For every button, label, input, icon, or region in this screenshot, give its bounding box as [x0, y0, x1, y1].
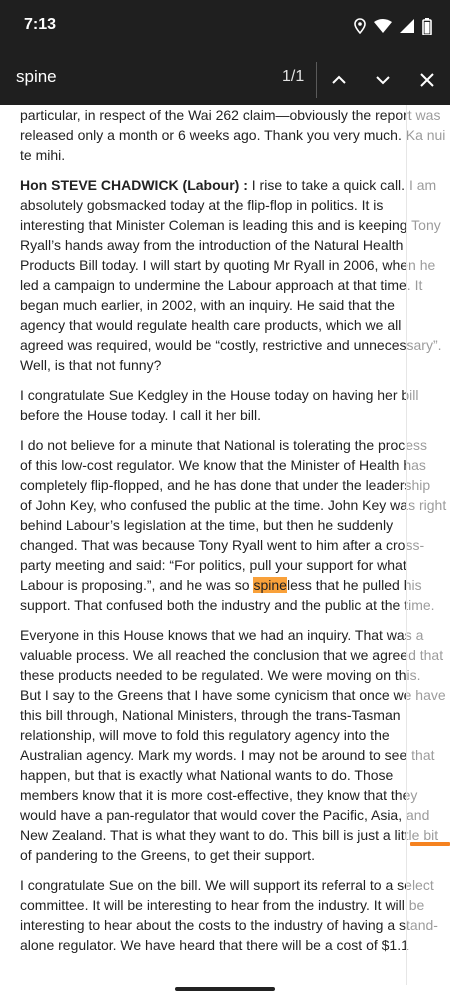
status-icons: [354, 16, 432, 36]
match-position-marker[interactable]: [410, 842, 450, 846]
doc-line: behind Labour’s legislation at the time,…: [20, 517, 394, 533]
doc-line: happen, but that is exactly what Nationa…: [20, 767, 394, 783]
find-divider: [316, 62, 317, 98]
doc-line: Labour is proposing.”, and he was so spi…: [20, 575, 450, 595]
status-time: 7:13: [24, 16, 57, 33]
find-in-page-bar: spine 1/1: [0, 54, 450, 105]
paragraph-1: particular, in respect of the Wai 262 cl…: [20, 105, 450, 165]
paragraph-4: I do not believe for a minute that Natio…: [20, 435, 450, 615]
doc-line: Ryall’s hands away from the introduction…: [20, 237, 404, 253]
doc-line: changed. That was because Tony Ryall wen…: [20, 537, 425, 553]
doc-line: released only a month or 6 weeks ago. Th…: [20, 127, 446, 143]
doc-line: absolutely gobsmacked today at the flip-…: [20, 197, 384, 213]
battery-icon: [422, 17, 432, 35]
doc-line: committee. It will be interesting to hea…: [20, 897, 425, 913]
paragraph-3: I congratulate Sue Kedgley in the House …: [20, 385, 450, 425]
doc-line: alone regulator. We have heard that ther…: [20, 937, 409, 953]
doc-line: this bill through, National Ministers, t…: [20, 707, 401, 723]
doc-line: agency that would regulate health care p…: [20, 317, 402, 333]
signal-icon: [400, 19, 414, 33]
doc-line: particular, in respect of the Wai 262 cl…: [20, 107, 441, 123]
previous-match-button[interactable]: [325, 66, 353, 94]
gesture-nav-handle[interactable]: [175, 987, 275, 991]
doc-line: I do not believe for a minute that Natio…: [20, 437, 428, 453]
doc-line: began much earlier, in 2002, with an inq…: [20, 297, 395, 313]
wifi-icon: [374, 19, 392, 33]
next-match-button[interactable]: [369, 66, 397, 94]
close-find-button[interactable]: [413, 66, 441, 94]
doc-line: Products Bill today. I will start by quo…: [20, 257, 436, 273]
doc-line: completely flip-flopped, and he has done…: [20, 477, 431, 493]
doc-line: Well, is that not funny?: [20, 357, 162, 373]
doc-line: led a campaign to undermine the Labour a…: [20, 277, 423, 293]
chevron-up-icon: [332, 75, 346, 84]
search-match-highlight: spine: [253, 577, 287, 593]
doc-line: of pandering to the Greens, to get their…: [20, 847, 315, 863]
paragraph-6: I congratulate Sue on the bill. We will …: [20, 875, 450, 955]
doc-line: I congratulate Sue Kedgley in the House …: [20, 387, 419, 403]
doc-line: relationship, will move to fold this reg…: [20, 727, 390, 743]
doc-line: interesting to hear about the costs to t…: [20, 917, 438, 933]
document-viewport[interactable]: particular, in respect of the Wai 262 cl…: [0, 105, 450, 985]
hansard-document: particular, in respect of the Wai 262 cl…: [20, 105, 450, 965]
doc-line: these products needed to be regulated. W…: [20, 667, 421, 683]
doc-line: members know that it is more cost-effect…: [20, 787, 418, 803]
doc-line: party meeting and said: “For politics, p…: [20, 557, 407, 573]
doc-line: te mihi.: [20, 147, 66, 163]
doc-line: before the House today. I call it her bi…: [20, 407, 261, 423]
doc-line: New Zealand. That is what they want to d…: [20, 827, 439, 843]
find-results-scrollbar[interactable]: [406, 105, 450, 985]
chevron-down-icon: [376, 76, 390, 85]
doc-line: Everyone in this House knows that we had…: [20, 627, 424, 643]
paragraph-2: Hon STEVE CHADWICK (Labour) : I rise to …: [20, 175, 450, 375]
doc-line: agreed was required, would be “costly, r…: [20, 337, 442, 353]
status-bar: 7:13: [0, 0, 450, 54]
paragraph-5: Everyone in this House knows that we had…: [20, 625, 450, 865]
doc-line: of John Key, who confused the public at …: [20, 497, 447, 513]
location-icon: [354, 18, 366, 34]
doc-line: support. That confused both the industry…: [20, 597, 435, 613]
doc-line: would have a pan-regulator that would co…: [20, 807, 430, 823]
doc-line: valuable process. We all reached the con…: [20, 647, 444, 663]
find-query-input[interactable]: spine: [16, 67, 57, 87]
speech-text: Labour is proposing.”, and he was so: [20, 577, 254, 593]
close-icon: [420, 73, 434, 87]
doc-line: interesting that Minister Coleman is lea…: [20, 217, 441, 233]
speaker-name: Hon STEVE CHADWICK (Labour) :: [20, 177, 248, 193]
speech-text: less that he pulled his: [286, 577, 422, 593]
doc-line: Hon STEVE CHADWICK (Labour) : I rise to …: [20, 175, 450, 195]
doc-line: Australian agency. Mark my words. I may …: [20, 747, 435, 763]
doc-line: I congratulate Sue on the bill. We will …: [20, 877, 434, 893]
doc-line: But I say to the Greens that I have some…: [20, 687, 446, 703]
doc-line: of this low-cost regulator. We know that…: [20, 457, 426, 473]
find-match-count: 1/1: [282, 68, 305, 85]
